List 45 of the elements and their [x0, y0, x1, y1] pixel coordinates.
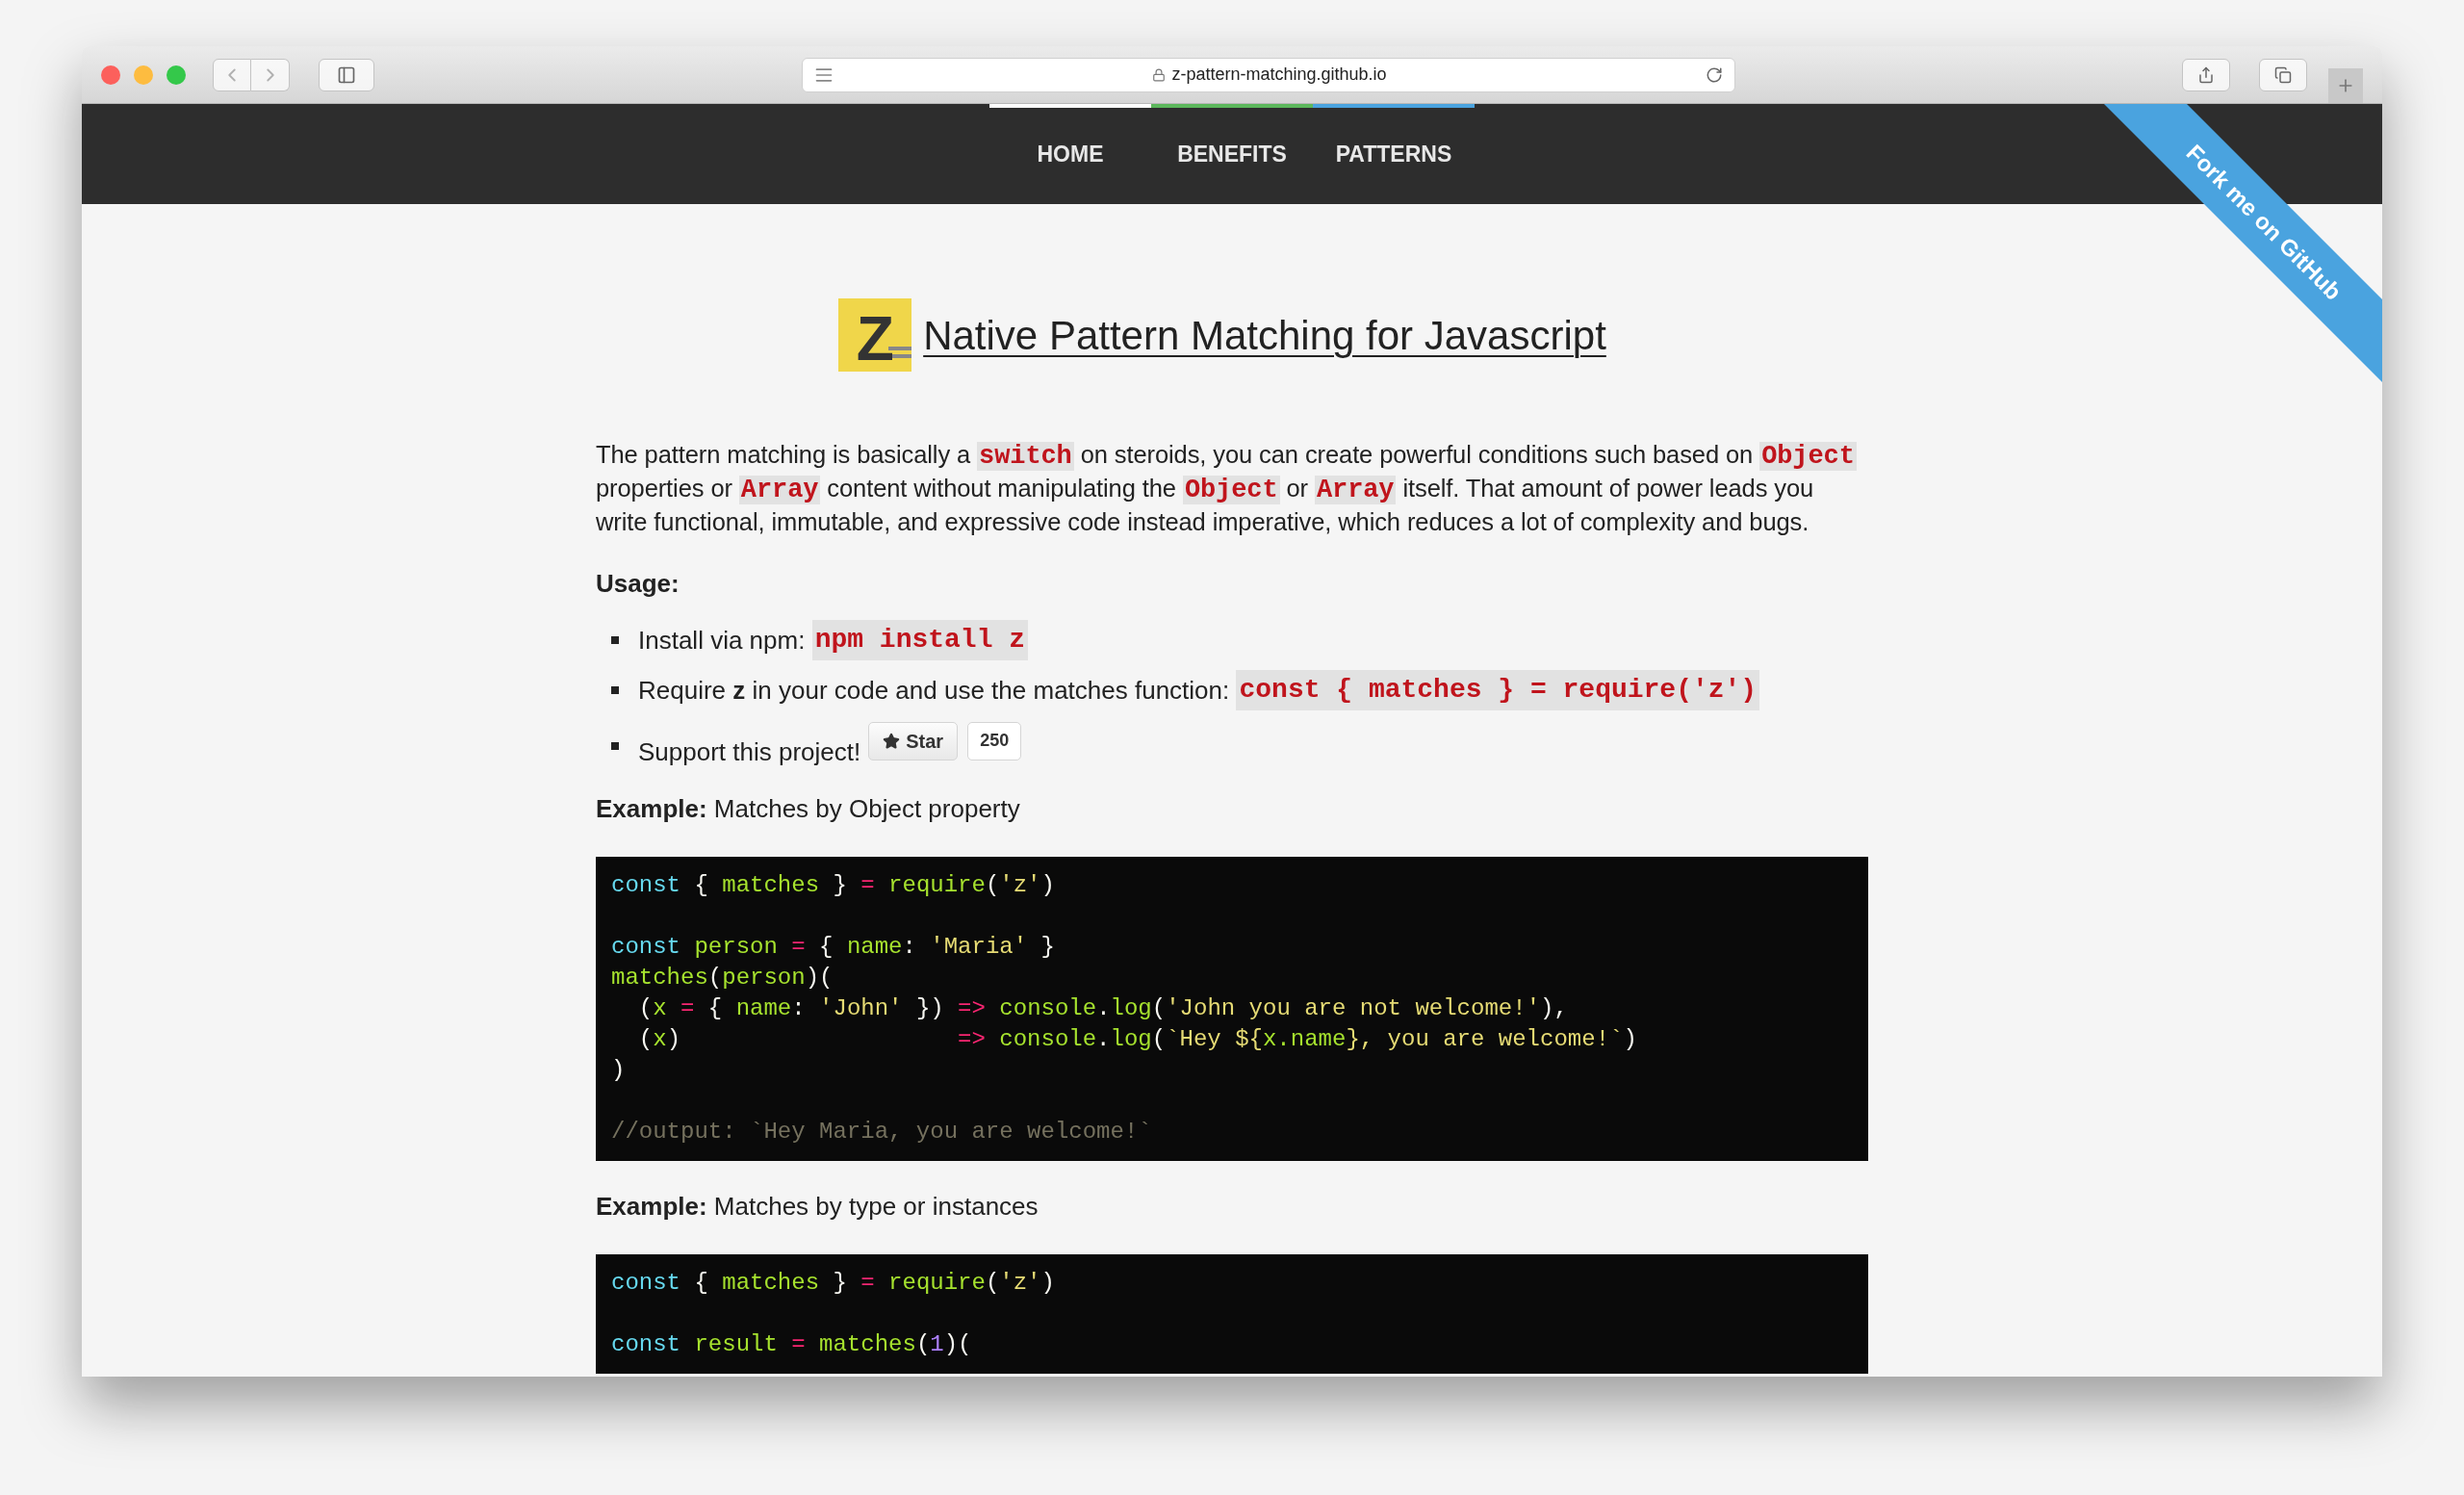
- tabs-icon: [2274, 65, 2292, 84]
- code-line: (x = { name: 'John' }) => console.log('John you are not welcome!'),: [637, 994, 1568, 1023]
- example-caption: Example: Matches by Object property: [596, 793, 1021, 825]
- code-line: matches(person)(: [611, 964, 834, 992]
- list-text: Require z in your code and use the matches function:: [638, 674, 1231, 707]
- list-text: Install via npm:: [638, 624, 807, 657]
- code-line: const person = { name: 'Maria' }: [611, 933, 1055, 962]
- bullet-icon: [611, 741, 619, 750]
- tabs-button[interactable]: [2259, 58, 2307, 91]
- share-button[interactable]: [2182, 58, 2230, 91]
- new-tab-button[interactable]: [2328, 67, 2363, 103]
- code-line: const { matches } = require('z'): [611, 1269, 1055, 1298]
- code-line: ): [611, 1056, 626, 1085]
- bullet-icon: [611, 636, 619, 644]
- page-title[interactable]: Native Pattern Matching for Javascript: [923, 304, 1606, 366]
- url-text: z-pattern-matching.github.io: [1171, 64, 1387, 86]
- list-text: Support this project!: [638, 736, 861, 768]
- example-caption: Example: Matches by type or instances: [596, 1191, 1040, 1223]
- address-bar[interactable]: z-pattern-matching.github.io: [802, 57, 1735, 92]
- maximize-icon[interactable]: [167, 64, 186, 85]
- star-count[interactable]: 250: [967, 721, 1022, 760]
- inline-code: npm install z: [811, 620, 1029, 660]
- lock-icon: [1152, 67, 1167, 82]
- close-icon[interactable]: [101, 64, 120, 85]
- code-line: const result = matches(1)(: [611, 1330, 972, 1359]
- intro-paragraph: The pattern matching is basically a switch on steroids, you can create powerful conditions such based on Object properties or Array content without manipulating the Object or Array itself. That amount of power leads you write functional, immutable, and expressive code instead imperative, which reduces a lot of complexity and bugs.: [596, 440, 1858, 537]
- bullet-icon: [611, 686, 619, 694]
- sidebar-button[interactable]: [319, 58, 374, 91]
- minimize-icon[interactable]: [134, 64, 153, 85]
- forward-button[interactable]: [251, 58, 290, 91]
- usage-heading: Usage:: [596, 568, 680, 600]
- star-icon: [883, 732, 901, 750]
- star-button[interactable]: Star: [868, 721, 959, 760]
- nav-link[interactable]: HOME: [989, 104, 1151, 204]
- nav-link[interactable]: BENEFITS: [1151, 104, 1313, 204]
- inline-code: const { matches } = require('z'): [1236, 670, 1760, 710]
- reload-icon[interactable]: [1706, 65, 1723, 84]
- back-button[interactable]: [213, 58, 251, 91]
- code-line: (x) => console.log(`Hey ${x.name}, you are welcome!`): [637, 1025, 1637, 1054]
- code-line: //output: `Hey Maria, you are welcome!`: [611, 1118, 1152, 1147]
- logo: Z: [838, 298, 912, 372]
- share-icon: [2197, 65, 2215, 84]
- code-line: const { matches } = require('z'): [611, 871, 1055, 900]
- sidebar-icon: [337, 64, 356, 85]
- nav-link[interactable]: PATTERNS: [1313, 104, 1475, 204]
